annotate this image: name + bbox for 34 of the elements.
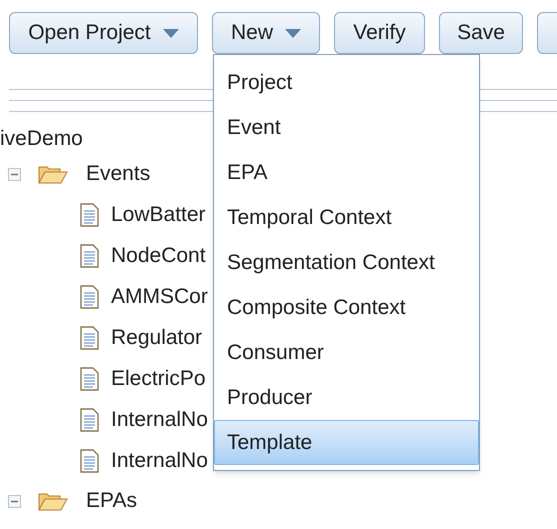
menu-item[interactable]: Producer bbox=[214, 375, 479, 420]
menu-item[interactable]: Consumer bbox=[214, 330, 479, 375]
tree-item-label[interactable]: InternalNo bbox=[111, 444, 208, 476]
tree-item-label[interactable]: InternalNo bbox=[111, 404, 208, 436]
collapse-icon[interactable] bbox=[8, 494, 21, 508]
document-icon bbox=[80, 366, 99, 390]
collapse-icon[interactable] bbox=[8, 168, 21, 180]
document-icon bbox=[80, 284, 99, 308]
menu-item[interactable]: Temporal Context bbox=[214, 195, 479, 240]
dropdown-button[interactable]: New bbox=[212, 12, 320, 54]
menu-item[interactable]: Project bbox=[214, 60, 479, 105]
document-icon bbox=[80, 408, 99, 432]
menu-item[interactable]: Event bbox=[214, 105, 479, 150]
tree-item-label[interactable]: ElectricPo bbox=[111, 362, 206, 394]
menu-item[interactable]: EPA bbox=[214, 150, 479, 195]
folder-icon bbox=[38, 164, 68, 184]
menu-item[interactable]: Segmentation Context bbox=[214, 240, 479, 285]
document-icon bbox=[80, 448, 99, 472]
tree-root-label[interactable]: iveDemo bbox=[0, 127, 83, 150]
dropdown-button[interactable]: Open Project bbox=[9, 12, 198, 54]
tree-item-label[interactable]: AMMSCor bbox=[111, 280, 208, 312]
tree-item-label[interactable]: Regulator bbox=[111, 322, 202, 354]
menu-item[interactable]: Template bbox=[214, 420, 479, 465]
folder-label[interactable]: Events bbox=[86, 158, 150, 190]
folder-label[interactable]: EPAs bbox=[86, 485, 137, 517]
toolbar-button[interactable]: Save bbox=[439, 12, 523, 54]
tree-item-label[interactable]: LowBatter bbox=[111, 198, 206, 230]
document-icon bbox=[80, 202, 99, 226]
tree-item-label[interactable]: NodeCont bbox=[111, 240, 206, 272]
toolbar-button[interactable]: Verify bbox=[334, 12, 425, 54]
document-icon bbox=[80, 244, 99, 268]
document-icon bbox=[80, 326, 99, 350]
folder-icon bbox=[38, 491, 68, 511]
menu-item[interactable]: Composite Context bbox=[214, 285, 479, 330]
